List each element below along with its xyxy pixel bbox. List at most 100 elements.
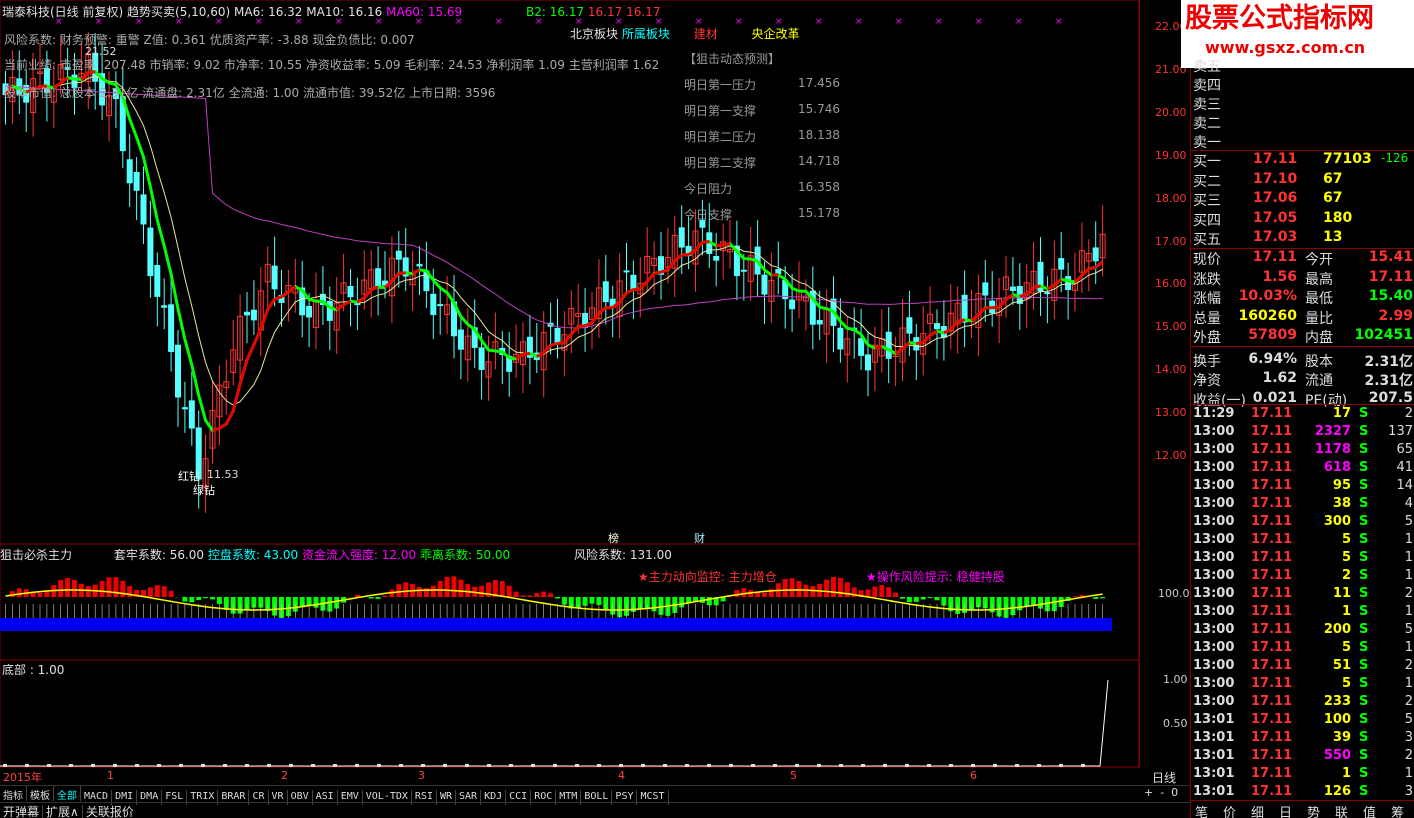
tick-row: 13:00 17.11 2 S 1 [1191, 567, 1414, 585]
danmaku-button[interactable]: 开弹幕 [0, 805, 42, 818]
forecast-row: 今日阻力 16.358 [684, 180, 844, 206]
quote-value: 17.11 [1252, 249, 1297, 265]
buy-row[interactable]: 买二 17.10 67 [1191, 170, 1414, 190]
trend-line-red [646, 272, 656, 283]
tick-tab[interactable]: 值 [1363, 802, 1376, 818]
tick-tab[interactable]: 筹 [1391, 802, 1404, 818]
trend-line-red [949, 320, 959, 331]
value-2: 16.17 [587, 5, 623, 19]
tick-time: 13:00 [1193, 460, 1235, 475]
bottom-marker [3, 764, 7, 767]
kline-chart[interactable]: × × × × × × × × × × × × × × × × × × × × × × × × × × [0, 0, 1140, 768]
bottom-marker [355, 764, 359, 767]
ma6-value: MA6: 16.32 [234, 5, 303, 19]
indicator-tab[interactable]: 全部 [54, 786, 81, 802]
mid-title: 狙击必杀主力 [0, 548, 73, 562]
tick-price: 17.11 [1251, 694, 1293, 709]
trend-line-red [874, 344, 883, 350]
trend-line-red [977, 306, 987, 316]
bottom-marker [25, 764, 29, 767]
quote-label-2: 最低 [1305, 291, 1333, 307]
chart-area[interactable]: × × × × × × × × × × × × × × × × × × × × × × × × × × 瑞泰科技(日线 前复权) … [0, 0, 1190, 785]
indicator-bar [879, 585, 885, 597]
quote-row: 净资 1.62 流通 2.31亿 [1191, 370, 1414, 389]
tick-tab[interactable]: 日 [1279, 802, 1292, 818]
tick-tab[interactable]: 笔 [1195, 802, 1208, 818]
indicator-bar [113, 577, 119, 597]
tick-tab[interactable]: 联 [1335, 802, 1348, 818]
sell-row[interactable]: 卖五 [1191, 56, 1414, 75]
indicator-bar [534, 593, 540, 597]
zoom-controls[interactable]: + - 0 [1144, 786, 1178, 799]
buy-row[interactable]: 买五 17.03 13 [1191, 229, 1414, 248]
quote-value-2: 15.40 [1368, 288, 1413, 304]
tick-price: 17.11 [1251, 424, 1293, 439]
indicator-tab[interactable]: 指标 [0, 786, 27, 802]
sector-beijing[interactable]: 北京板块 [570, 27, 618, 41]
ma60-line [5, 85, 1103, 329]
bottom-marker [91, 764, 95, 767]
sector-belong[interactable]: 所属板块 [622, 27, 670, 41]
indicator-bar [465, 584, 471, 597]
quote-value: 6.94% [1248, 350, 1297, 367]
tick-tab[interactable]: 价 [1223, 802, 1236, 818]
quote-row: 换手 6.94% 股本 2.31亿 [1191, 350, 1414, 370]
bottom-marker [795, 764, 799, 767]
candle-body [126, 159, 133, 184]
sell-row[interactable]: 卖三 [1191, 94, 1414, 113]
x-mark: × [1015, 17, 1023, 27]
sector-building[interactable]: 建材 [694, 27, 718, 41]
sell-row[interactable]: 卖二 [1191, 113, 1414, 132]
indicator-bar [927, 597, 933, 599]
tick-count: 1 [1404, 766, 1413, 781]
tick-tab[interactable]: 势 [1307, 802, 1320, 818]
buy-price: 17.10 [1253, 170, 1298, 187]
period-label[interactable]: 日线 [1152, 769, 1176, 786]
indicator-tab[interactable]: 模板 [27, 786, 54, 802]
bottom-marker [575, 764, 579, 767]
indicator-bar [920, 597, 926, 600]
tick-volume: 233 [1323, 694, 1351, 709]
tick-volume: 38 [1332, 496, 1351, 511]
trend-line-red [218, 422, 228, 430]
buy-row[interactable]: 买一 17.11 77103 -126 [1191, 151, 1414, 170]
buy-row[interactable]: 买四 17.05 180 [1191, 210, 1414, 229]
month-label: 5 [790, 769, 797, 782]
tick-price: 17.11 [1251, 748, 1293, 763]
indicator-bar [196, 597, 202, 601]
trend-line-red [1053, 278, 1063, 287]
tick-side: S [1359, 514, 1369, 529]
tick-tab[interactable]: 细 [1251, 802, 1264, 818]
quote-label: 换手 [1193, 353, 1221, 370]
expand-button[interactable]: 扩展∧ [42, 805, 82, 818]
sell-row[interactable]: 卖一 [1191, 132, 1414, 151]
quote-value-2: 2.31亿 [1364, 353, 1413, 370]
indicator-bar [906, 597, 912, 603]
price-tick: 16.00 [1155, 277, 1187, 291]
related-quote-button[interactable]: 关联报价 [81, 805, 137, 818]
tick-price: 17.11 [1251, 784, 1293, 799]
bottom-marker [135, 764, 139, 767]
tick-time: 11:29 [1193, 406, 1235, 421]
cai-label: 财 [694, 532, 705, 545]
sell-row[interactable]: 卖四 [1191, 75, 1414, 94]
indicator-bar [1093, 597, 1099, 599]
indicator-bar [693, 597, 698, 602]
ma60-value: MA60: 15.69 [386, 5, 463, 19]
sector-soe[interactable]: 央企改革 [752, 27, 800, 41]
month-label: 3 [418, 769, 425, 782]
indicator-tabs: 指标 模板 全部 MACD DMI DMA FSL TRIX BRAR CR VR OBV ASI EMV… [0, 785, 1190, 805]
indicator-bar [203, 597, 209, 599]
tick-count: 65 [1396, 442, 1413, 457]
bottom-marker [289, 764, 293, 767]
candle-body [630, 274, 637, 290]
trend-line-red [922, 334, 932, 344]
indicator-bar [444, 576, 450, 597]
trend-line-red [722, 242, 731, 247]
quote-value-2: 17.11 [1368, 268, 1413, 285]
tick-count: 1 [1404, 676, 1413, 691]
indicator-bar [824, 579, 830, 597]
tick-volume: 5 [1341, 550, 1351, 565]
buy-row[interactable]: 买三 17.06 67 [1191, 190, 1414, 209]
trend-line-red [238, 359, 249, 385]
